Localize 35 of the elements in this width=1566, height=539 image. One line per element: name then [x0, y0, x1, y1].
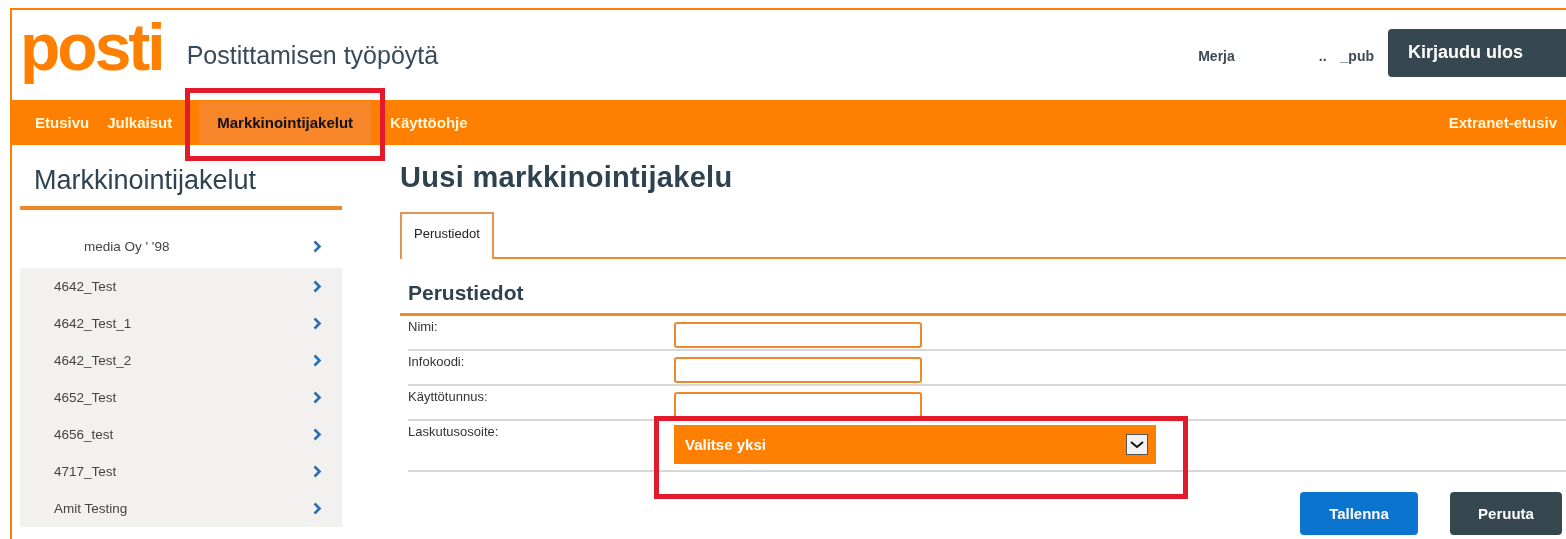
sidebar-item[interactable]: 4642_Test_1: [20, 305, 342, 342]
input-field[interactable]: [674, 357, 922, 383]
user-separator: ..: [1318, 48, 1327, 64]
logout-button[interactable]: Kirjaudu ulos: [1388, 29, 1566, 77]
chevron-right-icon: [313, 465, 322, 478]
app-title: Postittamisen työpöytä: [186, 40, 439, 70]
field-label: Nimi:: [408, 318, 439, 336]
chevron-right-icon: [313, 280, 322, 293]
input-field[interactable]: [674, 392, 922, 418]
page-title: Uusi markkinointijakelu: [400, 160, 734, 194]
nav-tab[interactable]: Markkinointijakelut: [199, 101, 372, 144]
chevron-right-icon: [313, 391, 322, 404]
sidebar-item[interactable]: 4642_Test: [20, 268, 342, 305]
chevron-right-icon: [313, 428, 322, 441]
chevron-right-icon: [313, 317, 322, 330]
user-name: Merja: [1198, 48, 1235, 64]
user-account: _pub: [1340, 48, 1374, 64]
chevron-right-icon: [313, 354, 322, 367]
sidebar-title: Markkinointijakelut: [20, 145, 342, 210]
sidebar-item[interactable]: Amit Testing: [20, 490, 342, 527]
cancel-button[interactable]: Peruuta: [1450, 492, 1562, 535]
field-label: Infokoodi:: [408, 353, 466, 371]
sidebar-item[interactable]: 4717_Test: [20, 453, 342, 490]
tab[interactable]: Perustiedot: [400, 212, 494, 259]
input-field[interactable]: [674, 322, 922, 348]
sidebar-item[interactable]: 4656_test: [20, 416, 342, 453]
section-title: Perustiedot: [400, 259, 1566, 316]
chevron-down-icon: [1126, 434, 1148, 455]
field-label: Käyttötunnus:: [408, 388, 489, 406]
sidebar-item[interactable]: 4652_Test: [20, 379, 342, 416]
chevron-right-icon: [313, 502, 322, 515]
sidebar-item[interactable]: 4642_Test_2: [20, 342, 342, 379]
chevron-right-icon: [313, 239, 322, 253]
field-label: Laskutusosoite:: [408, 423, 500, 441]
save-button[interactable]: Tallenna: [1300, 492, 1418, 535]
